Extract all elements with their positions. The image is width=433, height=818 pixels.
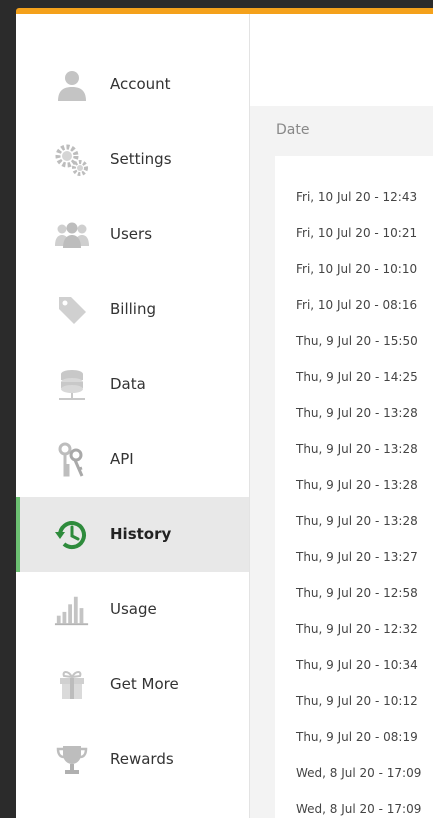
sidebar-item-label: History: [110, 525, 172, 543]
table-row[interactable]: Wed, 8 Jul 20 - 17:09: [296, 802, 421, 816]
keys-icon: [54, 442, 90, 477]
sidebar-item-billing[interactable]: Billing: [16, 272, 249, 347]
table-row[interactable]: Thu, 9 Jul 20 - 14:25: [296, 370, 418, 384]
user-icon: [54, 68, 90, 102]
table-row[interactable]: Thu, 9 Jul 20 - 13:28: [296, 514, 418, 528]
app-window: Account Settings Users Billing Data API …: [16, 14, 433, 818]
table-row[interactable]: Fri, 10 Jul 20 - 10:10: [296, 262, 417, 276]
table-row[interactable]: Fri, 10 Jul 20 - 08:16: [296, 298, 417, 312]
sidebar-item-get-more[interactable]: Get More: [16, 647, 249, 722]
sidebar-item-label: Rewards: [110, 750, 174, 768]
table-row[interactable]: Thu, 9 Jul 20 - 15:50: [296, 334, 418, 348]
bar-chart-icon: [54, 593, 90, 627]
tag-icon: [54, 293, 90, 327]
sidebar-item-rewards[interactable]: Rewards: [16, 722, 249, 797]
table-row[interactable]: Thu, 9 Jul 20 - 10:34: [296, 658, 418, 672]
sidebar-item-account[interactable]: Account: [16, 47, 249, 122]
gear-icon: [54, 143, 90, 177]
sidebar-item-users[interactable]: Users: [16, 197, 249, 272]
database-icon: [54, 368, 90, 402]
sidebar-item-usage[interactable]: Usage: [16, 572, 249, 647]
table-row[interactable]: Thu, 9 Jul 20 - 12:58: [296, 586, 418, 600]
table-row[interactable]: Fri, 10 Jul 20 - 10:21: [296, 226, 417, 240]
sidebar: Account Settings Users Billing Data API …: [16, 14, 250, 818]
main-content: Date Fri, 10 Jul 20 - 12:43 Fri, 10 Jul …: [250, 14, 433, 818]
table-row[interactable]: Thu, 9 Jul 20 - 12:32: [296, 622, 418, 636]
history-icon: [54, 518, 90, 552]
table-row[interactable]: Wed, 8 Jul 20 - 17:09: [296, 766, 421, 780]
sidebar-item-data[interactable]: Data: [16, 347, 249, 422]
table-row[interactable]: Thu, 9 Jul 20 - 13:27: [296, 550, 418, 564]
table-row[interactable]: Thu, 9 Jul 20 - 10:12: [296, 694, 418, 708]
trophy-icon: [54, 743, 90, 777]
sidebar-item-api[interactable]: API: [16, 422, 249, 497]
table-row[interactable]: Thu, 9 Jul 20 - 13:28: [296, 442, 418, 456]
column-header-date[interactable]: Date: [276, 122, 309, 138]
sidebar-item-label: Settings: [110, 150, 172, 168]
window-top-bar: [16, 0, 433, 8]
sidebar-item-history[interactable]: History: [16, 497, 249, 572]
sidebar-item-settings[interactable]: Settings: [16, 122, 249, 197]
table-row[interactable]: Thu, 9 Jul 20 - 13:28: [296, 406, 418, 420]
sidebar-item-label: Get More: [110, 675, 179, 693]
history-table: Fri, 10 Jul 20 - 12:43 Fri, 10 Jul 20 - …: [275, 156, 433, 818]
sidebar-item-label: API: [110, 450, 134, 468]
users-icon: [54, 218, 90, 252]
sidebar-item-label: Billing: [110, 300, 156, 318]
sidebar-item-label: Usage: [110, 600, 157, 618]
sidebar-item-label: Users: [110, 225, 153, 243]
table-row[interactable]: Fri, 10 Jul 20 - 12:43: [296, 190, 417, 204]
sidebar-item-label: Account: [110, 75, 171, 93]
table-row[interactable]: Thu, 9 Jul 20 - 08:19: [296, 730, 418, 744]
table-row[interactable]: Thu, 9 Jul 20 - 13:28: [296, 478, 418, 492]
gift-icon: [54, 668, 90, 702]
sidebar-item-label: Data: [110, 375, 146, 393]
